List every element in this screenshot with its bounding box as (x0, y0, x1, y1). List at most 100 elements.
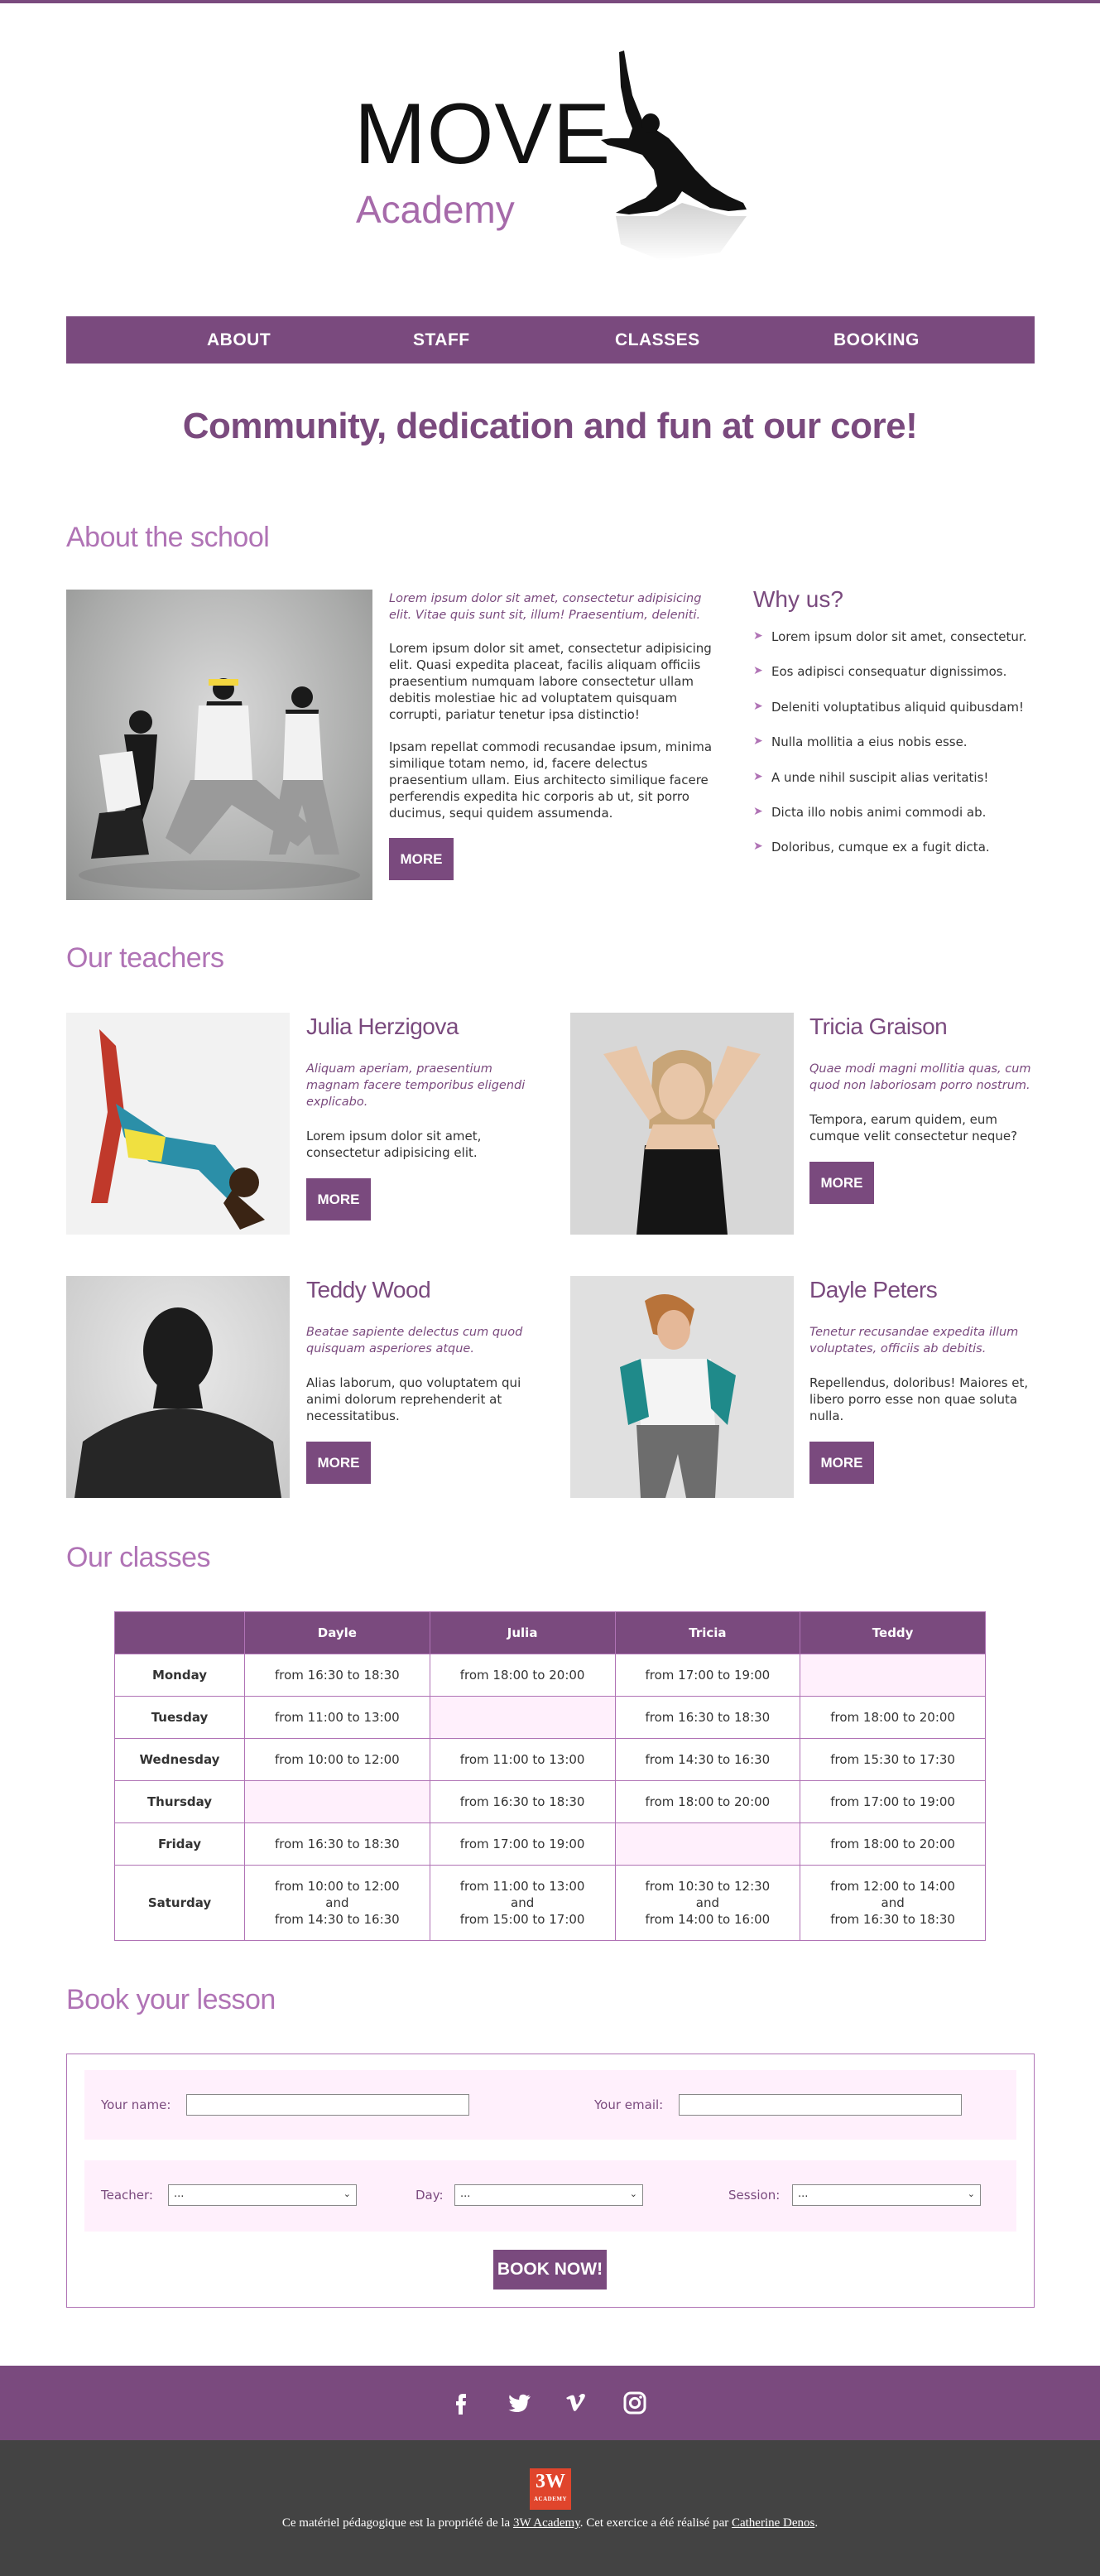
credit-mid: . Cet exercice a été réalisé par (579, 2516, 732, 2530)
table-row: Thursday from 16:30 to 18:30 from 18:00 … (114, 1780, 986, 1823)
dance-group-image (79, 678, 360, 890)
page: MOVE Academy ABOUT STAFF CLASSES BOOKING… (0, 0, 1100, 2576)
nav-about[interactable]: ABOUT (207, 316, 271, 364)
3w-academy-logo: 3W ACADEMY (530, 2468, 571, 2510)
schedule-cell: from 11:00 to 13:00 and from 15:00 to 17:0… (429, 1865, 616, 1941)
chevron-down-icon: ⌄ (967, 2188, 975, 2199)
nav-classes[interactable]: CLASSES (615, 316, 700, 364)
why-us-item-text: Dicta illo nobis animi commodi ab. (771, 804, 987, 820)
schedule-cell: from 17:00 to 19:00 (429, 1822, 616, 1866)
schedule-line: from 14:00 to 16:00 (645, 1912, 771, 1927)
schedule-cell: from 16:30 to 18:30 (614, 1696, 801, 1739)
schedule-cell: from 10:00 to 12:00 and from 14:30 to 16:3… (244, 1865, 430, 1941)
teacher-select[interactable]: ... ⌄ (168, 2184, 357, 2206)
teacher-quote: Beatae sapiente delectus cum quod quisqu… (306, 1326, 523, 1355)
teacher-quote: Tenetur recusandae expedita illum volupt… (809, 1326, 1019, 1355)
teacher-more-button[interactable]: MORE (306, 1178, 371, 1221)
why-us-item-text: Doloribus, cumque ex a fugit dicta. (771, 840, 990, 855)
teacher-more-button[interactable]: MORE (809, 1442, 874, 1484)
schedule-cell: from 15:30 to 17:30 (800, 1738, 986, 1781)
schedule-cell: from 16:30 to 18:30 (244, 1822, 430, 1866)
why-us-item: ➤ Nulla mollitia a eius nobis esse. (753, 734, 1026, 769)
footer-bottom: 3W ACADEMY Ce matériel pédagogique est l… (0, 2440, 1100, 2576)
dancer-tricia-image (603, 1046, 761, 1235)
schedule-cell: from 17:00 to 19:00 (614, 1654, 801, 1697)
book-now-button[interactable]: BOOK NOW! (493, 2250, 607, 2290)
teacher-more-button[interactable]: MORE (306, 1442, 371, 1484)
schedule-cell-empty (244, 1780, 430, 1823)
arrow-icon: ➤ (753, 769, 763, 783)
teacher-text: Lorem ipsum dolor sit amet, consectetur … (306, 1129, 482, 1160)
schedule-cell-empty (429, 1696, 616, 1739)
about-photo (66, 590, 372, 900)
teacher-name: Julia Herzigova (306, 1014, 459, 1039)
table-row: Wednesday from 10:00 to 12:00 from 11:00… (114, 1738, 986, 1781)
schedule-line: from 15:00 to 17:00 (459, 1912, 585, 1927)
schedule-cell: from 11:00 to 13:00 (244, 1696, 430, 1739)
credit-link-author[interactable]: Catherine Denos (732, 2516, 814, 2530)
teacher-label: Teacher: (101, 2188, 153, 2203)
schedule-line: from 10:00 to 12:00 (275, 1879, 400, 1894)
day-label: Day: (416, 2188, 444, 2203)
schedule-cell: from 17:00 to 19:00 (800, 1780, 986, 1823)
teacher-more-button[interactable]: MORE (809, 1162, 874, 1204)
email-input[interactable] (679, 2094, 962, 2116)
teacher-text: Alias laborum, quo voluptatem qui animi … (306, 1375, 521, 1423)
credit-pre: Ce matériel pédagogique est la propriété… (281, 2516, 513, 2530)
why-us-item-text: Deleniti voluptatibus aliquid quibusdam! (771, 699, 1025, 715)
why-us-item-text: A unde nihil suscipit alias veritatis! (771, 769, 989, 785)
schedule-line: and (881, 1895, 905, 1910)
vimeo-icon[interactable] (563, 2389, 591, 2417)
arrow-icon: ➤ (753, 804, 763, 818)
schedule-cell-empty (800, 1654, 986, 1697)
table-header-cell: Dayle (244, 1611, 430, 1654)
credit-link-3w[interactable]: 3W Academy (513, 2516, 580, 2530)
table-header-cell (114, 1611, 245, 1654)
session-select[interactable]: ... ⌄ (792, 2184, 981, 2206)
twitter-icon[interactable] (505, 2389, 533, 2417)
day-select-value: ... (460, 2188, 471, 2200)
why-us-item: ➤ Doloribus, cumque ex a fugit dicta. (753, 840, 1026, 874)
schedule-line: and (695, 1895, 719, 1910)
nav-booking[interactable]: BOOKING (833, 316, 920, 364)
nav-staff[interactable]: STAFF (413, 316, 470, 364)
about-paragraph-1: Lorem ipsum dolor sit amet, consectetur … (389, 641, 712, 722)
dancer-julia-image (91, 1029, 265, 1230)
schedule-cell: from 18:00 to 20:00 (429, 1654, 616, 1697)
teacher-quote: Aliquam aperiam, praesentium magnam face… (306, 1062, 526, 1109)
day-select[interactable]: ... ⌄ (454, 2184, 643, 2206)
schedule-cell: from 10:30 to 12:30 and from 14:00 to 16:0… (614, 1865, 801, 1941)
teacher-photo-tricia (570, 1013, 794, 1235)
schedule-line: and (511, 1895, 535, 1910)
instagram-icon[interactable] (621, 2389, 649, 2417)
day-cell: Thursday (114, 1780, 245, 1823)
logo-title: MOVE (354, 86, 612, 182)
arrow-icon: ➤ (753, 629, 763, 643)
day-cell: Saturday (114, 1865, 245, 1941)
teacher-photo-teddy (66, 1276, 290, 1498)
dancer-teddy-image (74, 1307, 281, 1498)
why-us-item-text: Eos adipisci consequatur dignissimos. (771, 664, 1007, 680)
dancer-dayle-image (620, 1294, 736, 1498)
logo[interactable]: MOVE Academy (0, 33, 1100, 282)
name-input[interactable] (186, 2094, 469, 2116)
table-header-cell: Julia (429, 1611, 616, 1654)
table-row: Monday from 16:30 to 18:30 from 18:00 to… (114, 1654, 986, 1697)
schedule-line: from 16:30 to 18:30 (830, 1912, 955, 1927)
facebook-icon[interactable] (447, 2389, 475, 2417)
teacher-name: Tricia Graison (809, 1014, 948, 1039)
table-header-cell: Tricia (614, 1611, 801, 1654)
day-cell: Wednesday (114, 1738, 245, 1781)
why-us-item-text: Nulla mollitia a eius nobis esse. (771, 734, 968, 750)
schedule-cell: from 10:00 to 12:00 (244, 1738, 430, 1781)
schedule-line: from 12:00 to 14:00 (830, 1879, 955, 1894)
schedule-cell: from 18:00 to 20:00 (800, 1696, 986, 1739)
credit-text: Ce matériel pédagogique est la propriété… (0, 2516, 1100, 2530)
about-more-button[interactable]: MORE (389, 838, 454, 880)
schedule-cell: from 11:00 to 13:00 (429, 1738, 616, 1781)
teacher-select-value: ... (174, 2188, 185, 2200)
arrow-icon: ➤ (753, 664, 763, 678)
arrow-icon: ➤ (753, 840, 763, 854)
schedule-line: from 14:30 to 16:30 (275, 1912, 400, 1927)
top-accent-line (0, 0, 1100, 3)
